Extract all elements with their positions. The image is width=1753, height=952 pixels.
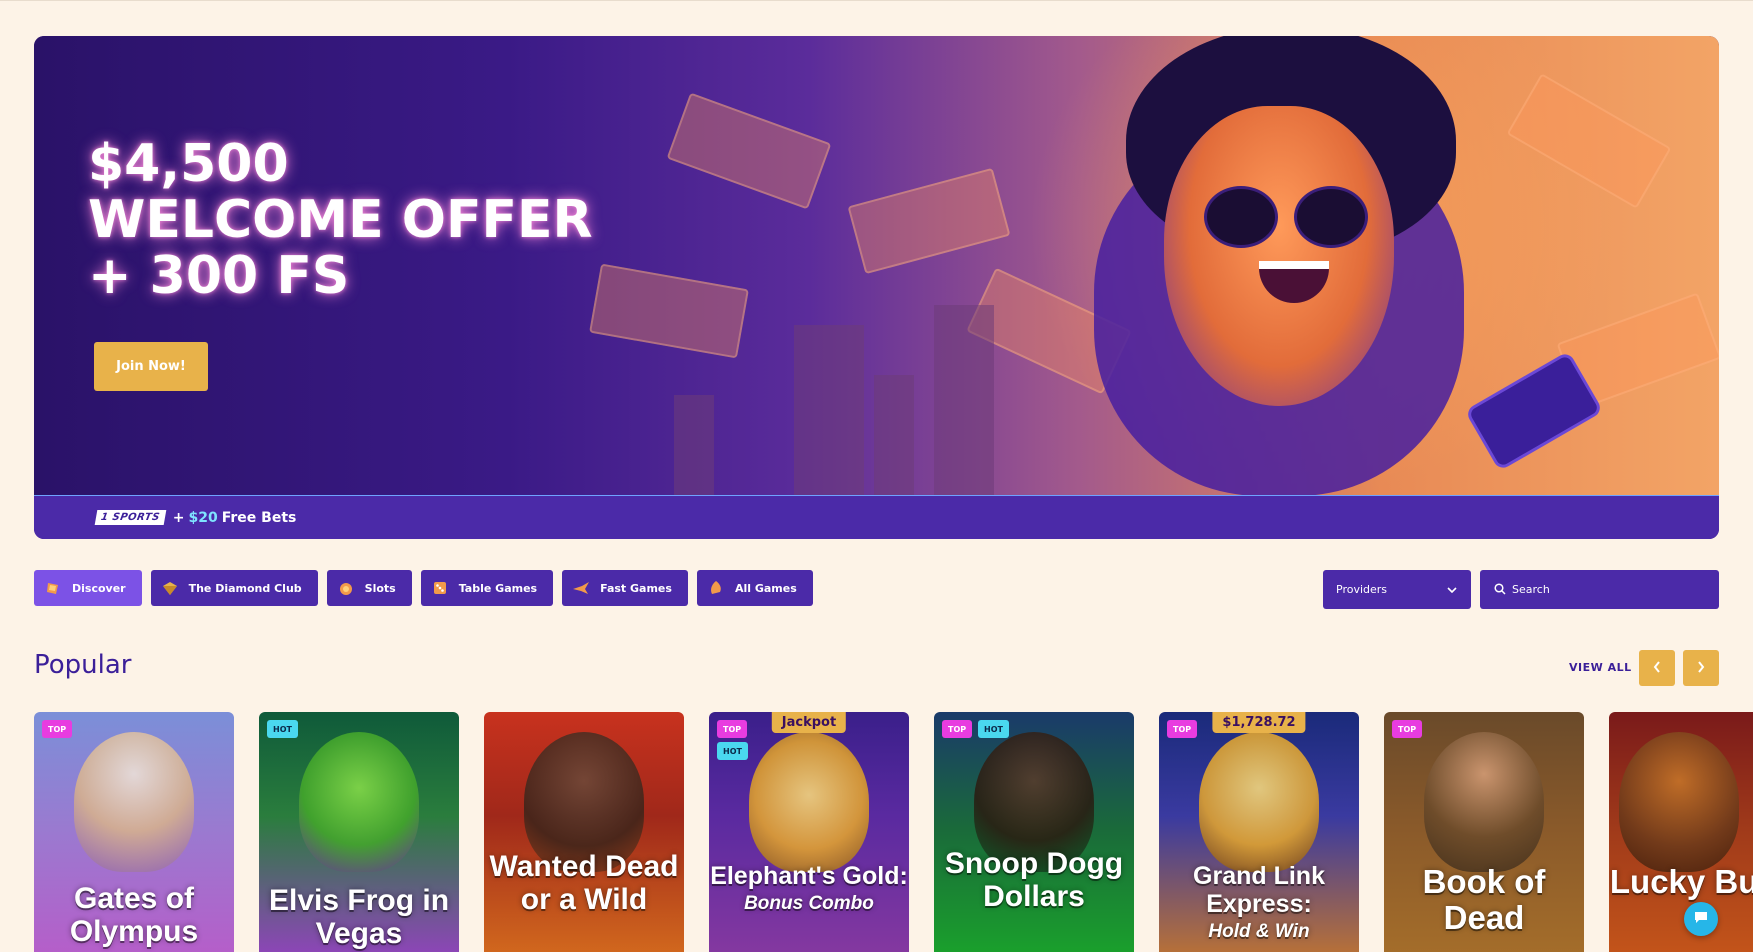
badge-hot: HOT [717, 742, 748, 760]
jackpot-amount-badge: $1,728.72 [1212, 712, 1306, 733]
promo-text: Free Bets [221, 509, 297, 526]
chat-button[interactable] [1684, 902, 1718, 936]
game-title-text: Snoop Dogg Dollars [944, 847, 1124, 913]
hero-title-line: WELCOME OFFER [88, 190, 593, 250]
chevron-down-icon [1447, 583, 1457, 596]
chevron-left-icon [1653, 660, 1661, 676]
all-games-icon [707, 579, 725, 597]
hero-banner[interactable]: $4,500 WELCOME OFFER + 300 FS Join Now! … [34, 36, 1719, 539]
category-fast-games[interactable]: Fast Games [562, 570, 688, 606]
sports-logo: 1 SPORTS [94, 510, 167, 525]
popular-games-carousel: TOP Gates of Olympus HOT Elvis Frog in V… [34, 712, 1753, 952]
search-input[interactable] [1512, 583, 1712, 596]
game-title: Lucky Buffalo [1609, 864, 1753, 900]
hero-title: $4,500 WELCOME OFFER + 300 FS [88, 136, 648, 304]
hero-title-line: + 300 FS [88, 246, 350, 306]
game-title: Grand Link Express: Hold & Win [1159, 862, 1359, 946]
game-subtitle: Hold & Win [1208, 921, 1310, 942]
diamond-icon [161, 579, 179, 597]
game-title-text: Elephant's Gold: [710, 862, 908, 890]
join-now-button[interactable]: Join Now! [94, 342, 208, 391]
game-title-text: Wanted Dead or a Wild [489, 850, 679, 916]
game-title: Wanted Dead or a Wild [484, 850, 684, 916]
sports-promo-bar[interactable]: 1 SPORTS + $20 Free Bets [34, 495, 1719, 539]
chevron-right-icon [1697, 660, 1705, 676]
category-discover[interactable]: Discover [34, 570, 142, 606]
carousel-next-button[interactable] [1683, 650, 1719, 686]
view-all-link[interactable]: VIEW ALL [1569, 661, 1632, 674]
badge-top: TOP [942, 720, 973, 738]
game-card-snoop-dogg-dollars[interactable]: TOP HOT Snoop Dogg Dollars [934, 712, 1134, 952]
game-card-book-of-dead[interactable]: TOP Book of Dead [1384, 712, 1584, 952]
category-label: Discover [72, 581, 126, 595]
category-slots[interactable]: Slots [326, 570, 412, 606]
promo-amount: $20 [188, 509, 218, 526]
top-divider [0, 0, 1753, 1]
game-card-lucky-buffalo[interactable]: Lucky Buffalo [1609, 712, 1753, 952]
category-label: Table Games [458, 581, 538, 595]
badge-top: TOP [1392, 720, 1423, 738]
badge-hot: HOT [267, 720, 298, 738]
providers-dropdown[interactable]: Providers [1323, 570, 1471, 609]
category-label: Slots [364, 581, 396, 595]
game-title-text: Book of Dead [1422, 863, 1546, 936]
providers-label: Providers [1336, 583, 1388, 596]
fast-games-icon [572, 579, 590, 597]
game-card-grand-link-express[interactable]: $1,728.72 TOP Grand Link Express: Hold &… [1159, 712, 1359, 952]
badge-hot: HOT [978, 720, 1009, 738]
game-card-gates-of-olympus[interactable]: TOP Gates of Olympus [34, 712, 234, 952]
hero-title-line: $4,500 [88, 134, 289, 194]
game-title-text: Elvis Frog in Vegas [268, 884, 450, 950]
game-title-text: Grand Link Express: [1193, 862, 1325, 918]
category-label: Fast Games [600, 581, 672, 595]
badge-top: TOP [1167, 720, 1198, 738]
game-title: Book of Dead [1384, 864, 1584, 936]
carousel-prev-button[interactable] [1639, 650, 1675, 686]
game-title-text: Gates of Olympus [69, 882, 199, 948]
game-title: Elephant's Gold: Bonus Combo [709, 862, 909, 918]
table-games-icon [431, 579, 449, 597]
game-card-elvis-frog[interactable]: HOT Elvis Frog in Vegas [259, 712, 459, 952]
category-label: The Diamond Club [188, 581, 302, 595]
popular-title: Popular [34, 650, 132, 680]
discover-icon [44, 579, 62, 597]
category-diamond-club[interactable]: The Diamond Club [150, 570, 318, 606]
jackpot-badge: Jackpot [771, 712, 847, 733]
category-label: All Games [734, 581, 797, 595]
badge-top: TOP [42, 720, 73, 738]
game-card-wanted-dead-or-a-wild[interactable]: Wanted Dead or a Wild [484, 712, 684, 952]
search-icon [1494, 580, 1506, 599]
badge-top: TOP [717, 720, 748, 738]
search-box[interactable] [1480, 570, 1719, 609]
game-title: Elvis Frog in Vegas [259, 884, 459, 950]
category-all-games[interactable]: All Games [696, 570, 813, 606]
game-title: Gates of Olympus [34, 882, 234, 948]
game-title-text: Lucky Buffalo [1609, 863, 1753, 900]
game-subtitle: Bonus Combo [744, 893, 874, 914]
slots-icon [337, 579, 355, 597]
game-card-elephants-gold[interactable]: Jackpot TOP HOT Elephant's Gold: Bonus C… [709, 712, 909, 952]
game-title: Snoop Dogg Dollars [934, 847, 1134, 913]
chat-icon [1693, 909, 1709, 929]
promo-plus: + [172, 509, 185, 526]
category-table-games[interactable]: Table Games [420, 570, 554, 606]
category-nav: Discover The Diamond Club Slots Table Ga… [34, 570, 813, 606]
